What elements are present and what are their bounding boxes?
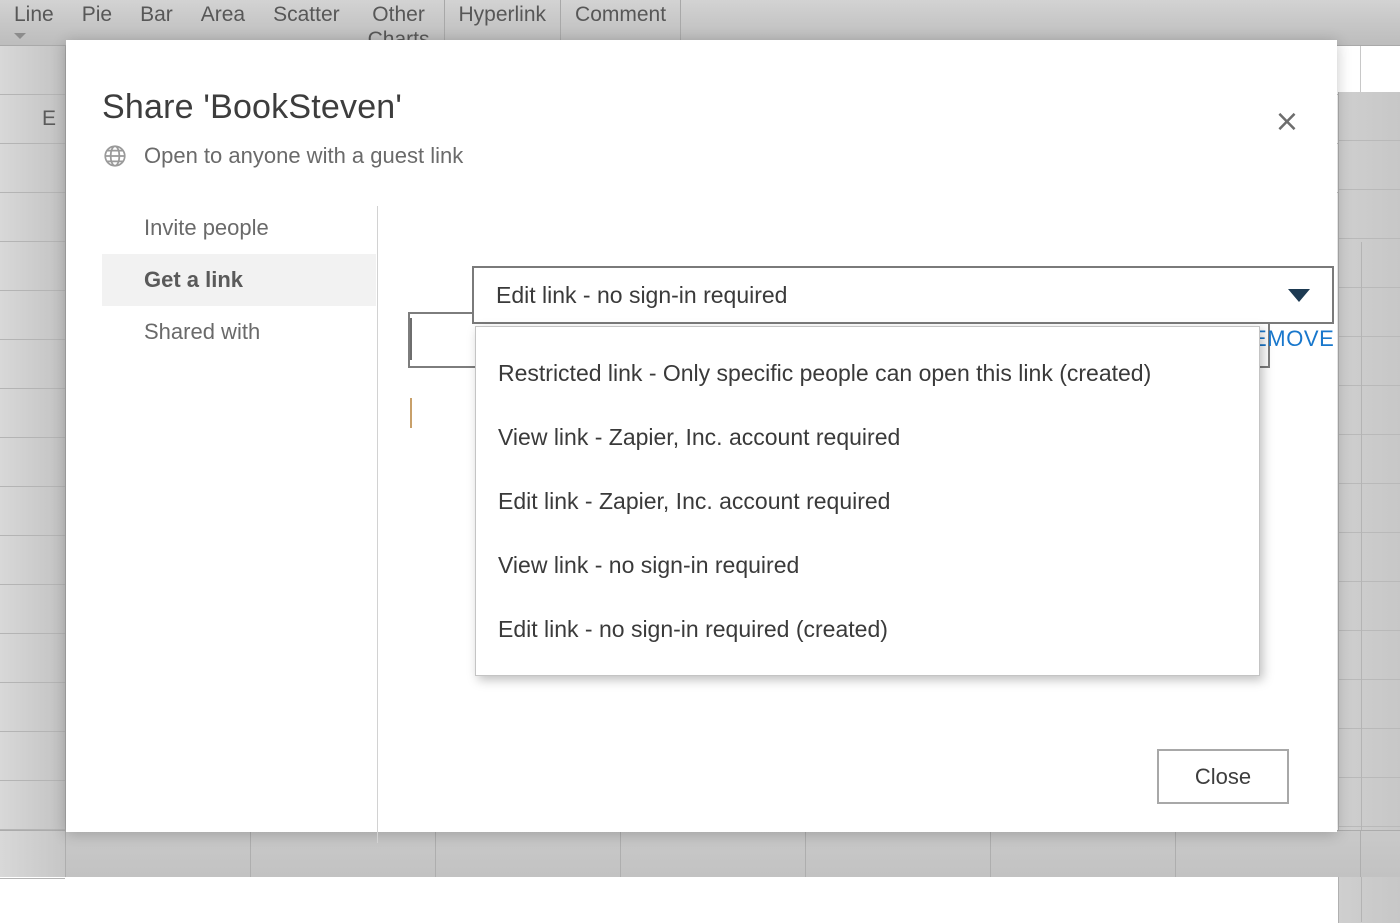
row-header-cell[interactable]	[0, 46, 65, 95]
share-status-row: Open to anyone with a guest link	[102, 143, 463, 169]
row-header-cell[interactable]	[0, 487, 65, 536]
dropdown-option-edit-link-no-signin[interactable]: Edit link - no sign-in required (created…	[476, 597, 1259, 661]
row-header-cell[interactable]	[0, 732, 65, 781]
row-header-cell[interactable]	[0, 683, 65, 732]
remove-link-button[interactable]: EMOVE	[1252, 326, 1334, 352]
dropdown-option-label: View link - Zapier, Inc. account require…	[498, 423, 901, 450]
sidebar-item-label: Get a link	[144, 267, 244, 292]
grid-cell[interactable]	[991, 831, 1176, 877]
row-header-cell[interactable]: E	[0, 95, 65, 144]
grid-cell[interactable]	[66, 831, 251, 877]
row-header-cell[interactable]	[0, 193, 65, 242]
grid-cell[interactable]	[1176, 831, 1361, 877]
close-button[interactable]: Close	[1157, 749, 1289, 804]
chevron-down-icon[interactable]	[1288, 288, 1310, 302]
row-header-cell[interactable]	[0, 389, 65, 438]
rail-row	[1339, 337, 1400, 386]
close-icon[interactable]: ×	[1267, 102, 1307, 142]
row-header-cell[interactable]	[0, 831, 66, 877]
link-type-selected-value: Edit link - no sign-in required	[496, 281, 788, 308]
ribbon-item-label: Comment	[575, 3, 667, 26]
sidebar-item-label: Invite people	[144, 215, 269, 240]
sidebar-item-invite-people[interactable]: Invite people	[102, 202, 376, 254]
link-type-dropdown-list: Restricted link - Only specific people c…	[475, 326, 1260, 676]
share-dialog: × Share 'BookSteven' Open to anyone with…	[66, 40, 1337, 843]
row-header-cell[interactable]	[0, 291, 65, 340]
row-header-cell[interactable]	[0, 242, 65, 291]
sidebar-item-get-a-link[interactable]: Get a link	[102, 254, 376, 306]
row-header-cell[interactable]	[0, 340, 65, 389]
rail-row	[1339, 239, 1400, 288]
link-type-select[interactable]: Edit link - no sign-in required	[472, 266, 1334, 324]
page-title: Share 'BookSteven'	[102, 88, 403, 126]
row-header-column: E	[0, 46, 66, 879]
grid-cell[interactable]	[251, 831, 436, 877]
sidebar-item-shared-with[interactable]: Shared with	[102, 306, 376, 358]
row-header-cell[interactable]	[0, 585, 65, 634]
dropdown-option-restricted-link[interactable]: Restricted link - Only specific people c…	[476, 341, 1259, 405]
grid-cell[interactable]	[436, 831, 621, 877]
share-status-text: Open to anyone with a guest link	[144, 143, 464, 168]
rail-row	[1339, 386, 1400, 435]
rail-divider	[1361, 242, 1362, 922]
row-header-cell[interactable]	[0, 144, 65, 193]
rail-row	[1339, 729, 1400, 778]
rail-row	[1339, 288, 1400, 337]
dropdown-option-label: View link - no sign-in required	[498, 551, 800, 578]
sidebar-divider	[377, 206, 378, 843]
rail-row	[1339, 141, 1400, 190]
rail-row	[1339, 533, 1400, 582]
row-header-cell[interactable]	[0, 781, 65, 830]
rail-row	[1339, 680, 1400, 729]
sidebar-item-label: Shared with	[144, 319, 261, 344]
rail-row	[1339, 631, 1400, 680]
ribbon-item-line[interactable]: Line	[0, 0, 68, 46]
dropdown-option-label: Restricted link - Only specific people c…	[498, 359, 1152, 386]
right-side-rail	[1338, 92, 1400, 923]
dropdown-option-label: Edit link - no sign-in required (created…	[498, 615, 888, 642]
link-accent-strip	[410, 398, 412, 428]
ribbon-item-label: Scatter	[273, 3, 340, 26]
ribbon-item-label: Pie	[81, 3, 113, 26]
ribbon-item-label: Other	[372, 3, 425, 26]
dropdown-option-view-link-no-signin[interactable]: View link - no sign-in required	[476, 533, 1259, 597]
row-header-cell[interactable]	[0, 438, 65, 487]
ribbon-item-label: Line	[14, 3, 54, 26]
text-cursor	[410, 318, 412, 360]
rail-row	[1339, 484, 1400, 533]
row-header-cell[interactable]	[0, 634, 65, 683]
dialog-sidebar-nav: Invite people Get a link Shared with	[102, 202, 376, 358]
rail-row	[1339, 190, 1400, 239]
grid-cell[interactable]	[806, 831, 991, 877]
rail-row	[1339, 92, 1400, 141]
rail-row	[1339, 435, 1400, 484]
dropdown-option-view-link-account[interactable]: View link - Zapier, Inc. account require…	[476, 405, 1259, 469]
row-header-cell[interactable]	[0, 536, 65, 585]
ribbon-item-label: Hyperlink	[458, 3, 547, 26]
grid-bottom-band	[0, 830, 1400, 877]
chevron-down-icon[interactable]	[14, 33, 26, 39]
dropdown-option-edit-link-account[interactable]: Edit link - Zapier, Inc. account require…	[476, 469, 1259, 533]
globe-icon	[104, 145, 126, 167]
dropdown-option-label: Edit link - Zapier, Inc. account require…	[498, 487, 891, 514]
rail-row	[1339, 582, 1400, 631]
ribbon-item-label: Bar	[140, 3, 173, 26]
ribbon-item-label: Area	[200, 3, 246, 26]
get-a-link-panel: EMOVE Edit link - no sign-in required Re…	[406, 202, 1337, 832]
rail-row	[1339, 778, 1400, 827]
grid-cell[interactable]	[621, 831, 806, 877]
